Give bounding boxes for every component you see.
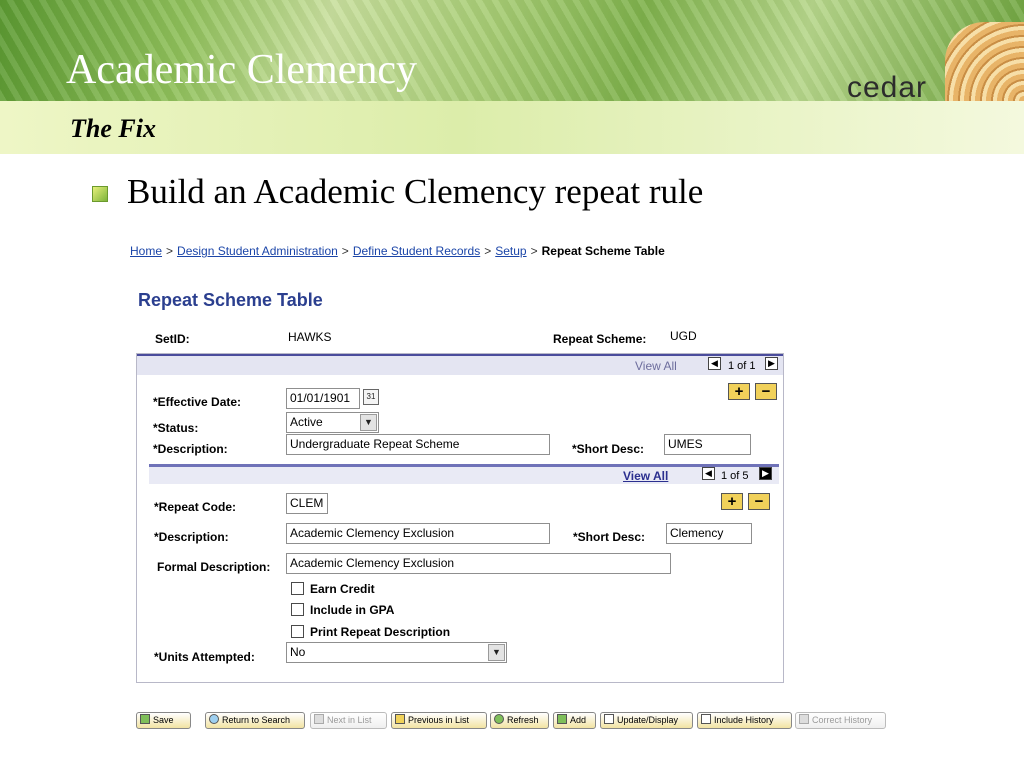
formal-description-label: Formal Description:: [157, 560, 271, 574]
page-title: Repeat Scheme Table: [138, 290, 323, 310]
units-attempted-label: *Units Attempted:: [154, 650, 255, 664]
refresh-label: Refresh: [507, 715, 539, 725]
add-button[interactable]: Add: [553, 712, 596, 729]
slide-title: Academic Clemency: [66, 47, 418, 93]
short-desc-input[interactable]: UMES: [664, 434, 751, 455]
formal-description-input[interactable]: Academic Clemency Exclusion: [286, 553, 671, 574]
status-selected: Active: [290, 415, 323, 429]
repeat-code-label: *Repeat Code:: [154, 500, 237, 514]
refresh-button[interactable]: Refresh: [490, 712, 549, 729]
add-icon: [557, 714, 567, 724]
magnifier-icon: [209, 714, 219, 724]
include-history-button[interactable]: Include History: [697, 712, 792, 729]
include-history-label: Include History: [714, 715, 774, 725]
next-in-list-button[interactable]: Next in List: [310, 712, 387, 729]
arrow-left-icon[interactable]: ◀: [702, 467, 715, 480]
earn-credit-checkbox[interactable]: [291, 582, 304, 595]
breadcrumb-separator: >: [166, 244, 174, 258]
correct-history-button[interactable]: Correct History: [795, 712, 886, 729]
breadcrumb: Home > Design Student Administration > Defin…: [130, 244, 665, 258]
row-pager: 1 of 1: [728, 360, 756, 372]
plus-icon[interactable]: +: [721, 493, 743, 510]
minus-icon[interactable]: −: [755, 383, 777, 400]
earn-credit-label: Earn Credit: [310, 582, 375, 596]
breadcrumb-current: Repeat Scheme Table: [541, 244, 665, 258]
bullet-text: Build an Academic Clemency repeat rule: [127, 172, 704, 211]
breadcrumb-separator: >: [484, 244, 492, 258]
inner-description-label: *Description:: [154, 530, 229, 544]
breadcrumb-home[interactable]: Home: [130, 244, 162, 258]
return-to-search-label: Return to Search: [222, 715, 291, 725]
units-attempted-selected: No: [290, 645, 306, 659]
slide-subtitle: The Fix: [70, 114, 156, 143]
save-label: Save: [153, 715, 174, 725]
status-select[interactable]: Active ▼: [286, 412, 379, 433]
repeat-scheme-label: Repeat Scheme:: [553, 332, 647, 346]
units-attempted-select[interactable]: No ▼: [286, 642, 507, 663]
inner-short-desc-label: *Short Desc:: [573, 530, 646, 544]
print-repeat-description-label: Print Repeat Description: [310, 625, 451, 639]
arrow-down-icon: [314, 714, 324, 724]
view-all-link[interactable]: View All: [635, 359, 677, 373]
repeat-code-input[interactable]: CLEM: [286, 493, 328, 514]
include-history-icon: [701, 714, 711, 724]
refresh-icon: [494, 714, 504, 724]
breadcrumb-separator: >: [341, 244, 349, 258]
description-label: *Description:: [153, 442, 228, 456]
effective-date-input[interactable]: 01/01/1901: [286, 388, 360, 409]
arrow-left-icon[interactable]: ◀: [708, 357, 721, 370]
inner-grid-header-bar: [149, 467, 779, 484]
cedar-logo-text: cedar: [847, 71, 928, 104]
save-icon: [140, 714, 150, 724]
arrow-right-icon[interactable]: ▶: [759, 467, 772, 480]
setid-value: HAWKS: [288, 330, 332, 344]
include-in-gpa-label: Include in GPA: [310, 603, 395, 617]
save-button[interactable]: Save: [136, 712, 191, 729]
grid-header-bar: [137, 356, 783, 375]
previous-in-list-button[interactable]: Previous in List: [391, 712, 487, 729]
arrow-right-icon[interactable]: ▶: [765, 357, 778, 370]
inner-view-all-link[interactable]: View All: [623, 469, 668, 483]
inner-short-desc-input[interactable]: Clemency: [666, 523, 752, 544]
inner-row-pager: 1 of 5: [721, 470, 749, 482]
cedar-wood-logo-icon: [945, 22, 1024, 101]
effective-date-label: *Effective Date:: [153, 395, 242, 409]
add-label: Add: [570, 715, 587, 725]
chevron-down-icon[interactable]: ▼: [488, 644, 505, 661]
update-display-icon: [604, 714, 614, 724]
correct-history-label: Correct History: [812, 715, 873, 725]
previous-in-list-label: Previous in List: [408, 715, 470, 725]
setid-label: SetID:: [155, 332, 190, 346]
inner-description-input[interactable]: Academic Clemency Exclusion: [286, 523, 550, 544]
minus-icon[interactable]: −: [748, 493, 770, 510]
correct-history-icon: [799, 714, 809, 724]
breadcrumb-design-student-administration[interactable]: Design Student Administration: [177, 244, 338, 258]
update-display-button[interactable]: Update/Display: [600, 712, 693, 729]
description-input[interactable]: Undergraduate Repeat Scheme: [286, 434, 550, 455]
breadcrumb-define-student-records[interactable]: Define Student Records: [353, 244, 480, 258]
include-in-gpa-checkbox[interactable]: [291, 603, 304, 616]
square-bullet-icon: [92, 186, 108, 202]
chevron-down-icon[interactable]: ▼: [360, 414, 377, 431]
update-display-label: Update/Display: [617, 715, 679, 725]
repeat-scheme-value: UGD: [670, 329, 697, 343]
status-label: *Status:: [153, 421, 199, 435]
short-desc-label: *Short Desc:: [572, 442, 645, 456]
calendar-icon[interactable]: 31: [363, 389, 379, 405]
plus-icon[interactable]: +: [728, 383, 750, 400]
print-repeat-description-checkbox[interactable]: [291, 625, 304, 638]
breadcrumb-setup[interactable]: Setup: [495, 244, 526, 258]
return-to-search-button[interactable]: Return to Search: [205, 712, 305, 729]
breadcrumb-separator: >: [530, 244, 538, 258]
arrow-up-icon: [395, 714, 405, 724]
next-in-list-label: Next in List: [327, 715, 372, 725]
